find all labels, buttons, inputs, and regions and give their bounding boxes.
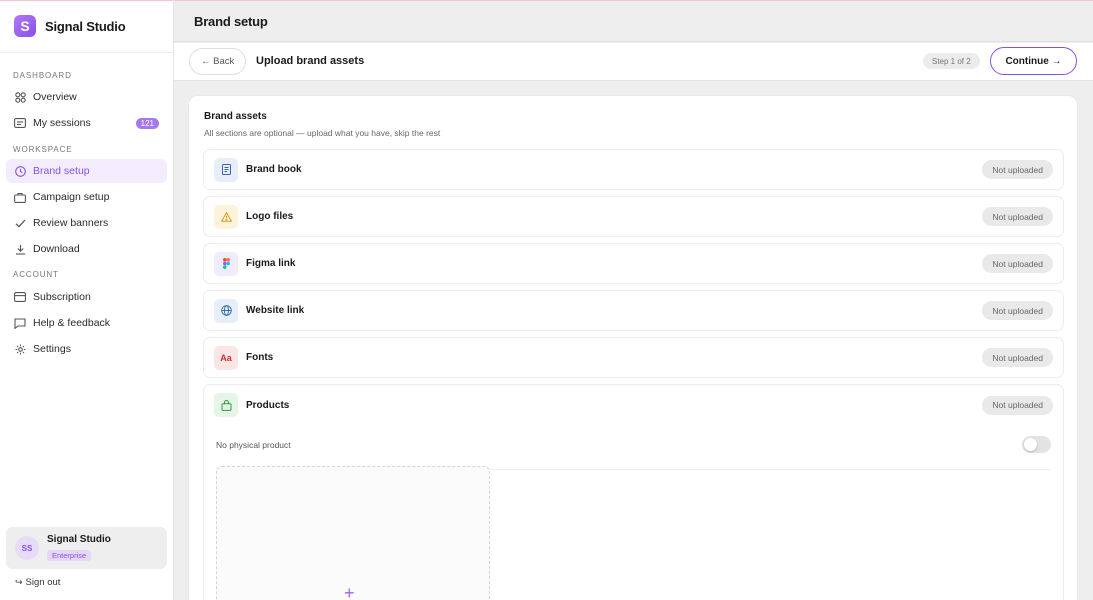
status-badge: Not uploaded [982,348,1053,367]
sessions-icon [14,117,26,129]
sidebar-item-label: My sessions [33,117,91,129]
sidebar-item-my-sessions[interactable]: My sessions 121 [6,111,167,135]
sidebar-item-brand-setup[interactable]: Brand setup [6,159,167,183]
sidebar-item-overview[interactable]: Overview [6,85,167,109]
page-title: Brand setup [194,14,268,29]
back-button[interactable]: ← Back [189,48,247,75]
account-card[interactable]: SS Signal Studio Enterprise [6,527,167,569]
nav-section-workspace: WORKSPACE [13,145,73,154]
products-section: Products Not uploaded No physical produc… [203,384,1064,600]
nav-section-dashboard: DASHBOARD [13,71,72,80]
asset-label: Figma link [246,258,296,269]
asset-row-fonts[interactable]: Aa Fonts Not uploaded [203,337,1064,378]
globe-icon [214,298,238,323]
sidebar-item-label: Brand setup [33,165,90,177]
download-icon [14,243,26,255]
check-icon [14,217,26,229]
sessions-count-badge: 121 [135,117,159,129]
status-badge: Not uploaded [982,160,1053,179]
nav-section-account: ACCOUNT [13,270,59,279]
warning-icon [214,204,238,229]
account-name: Signal Studio [47,533,111,545]
sidebar-item-label: Settings [33,343,71,355]
asset-row-website-link[interactable]: Website link Not uploaded [203,290,1064,331]
asset-row-figma-link[interactable]: Figma link Not uploaded [203,243,1064,284]
asset-label: Logo files [246,211,294,222]
no-physical-product-toggle[interactable] [1022,436,1051,453]
sidebar-item-subscription[interactable]: Subscription [6,285,167,309]
plus-icon: + [344,583,355,600]
sidebar-item-label: Subscription [33,291,91,303]
asset-label: Website link [246,305,305,316]
clock-icon [14,165,26,177]
continue-button[interactable]: Continue → [990,47,1077,75]
sign-out-icon: ↪ [15,577,23,587]
asset-label: Brand book [246,164,302,175]
chat-icon [14,317,26,329]
sidebar-item-review-banners[interactable]: Review banners [6,211,167,235]
status-badge: Not uploaded [982,254,1053,273]
sign-out-link[interactable]: ↪ Sign out [15,577,60,588]
step-title: Upload brand assets [256,55,365,67]
sidebar-item-label: Review banners [33,217,109,229]
sidebar-item-label: Download [33,243,80,255]
avatar: SS [15,536,39,560]
brand-name: Signal Studio [45,18,126,34]
status-badge: Not uploaded [982,301,1053,320]
asset-row-products[interactable]: Products Not uploaded [214,393,1053,417]
no-physical-product-row: No physical product [216,434,1051,470]
toggle-label: No physical product [216,439,291,450]
sidebar-item-label: Help & feedback [33,317,111,329]
brand-assets-card: Brand assets All sections are optional —… [188,95,1078,600]
sidebar-item-help-feedback[interactable]: Help & feedback [6,311,167,335]
sidebar-item-settings[interactable]: Settings [6,337,167,361]
asset-label: Products [246,399,290,411]
product-upload-dropzone[interactable]: + [216,466,490,600]
sidebar: S Signal Studio DASHBOARD Overview My se… [0,0,174,600]
topbar: Brand setup [174,0,1093,42]
sidebar-item-label: Campaign setup [33,191,110,203]
sign-out-label: Sign out [25,577,61,588]
document-icon [214,157,238,182]
plan-badge: Enterprise [47,549,92,561]
sidebar-item-campaign-setup[interactable]: Campaign setup [6,185,167,209]
subbar: ← Back Upload brand assets Step 1 of 2 C… [174,43,1093,81]
sidebar-item-download[interactable]: Download [6,237,167,261]
brand-logo: S [14,15,36,37]
step-indicator: Step 1 of 2 [923,53,980,69]
font-icon: Aa [214,345,238,370]
sidebar-item-label: Overview [33,91,77,103]
asset-row-brand-book[interactable]: Brand book Not uploaded [203,149,1064,190]
status-badge: Not uploaded [982,207,1053,226]
figma-icon [214,251,238,276]
bag-icon [214,393,238,417]
briefcase-icon [14,191,26,203]
card-icon [14,291,26,303]
status-badge: Not uploaded [982,395,1053,415]
gear-icon [14,343,26,355]
brand[interactable]: S Signal Studio [0,0,173,53]
section-subtitle: All sections are optional — upload what … [204,128,441,138]
asset-row-logo-files[interactable]: Logo files Not uploaded [203,196,1064,237]
grid-icon [14,91,26,103]
asset-label: Fonts [246,352,274,363]
section-title: Brand assets [204,111,267,122]
